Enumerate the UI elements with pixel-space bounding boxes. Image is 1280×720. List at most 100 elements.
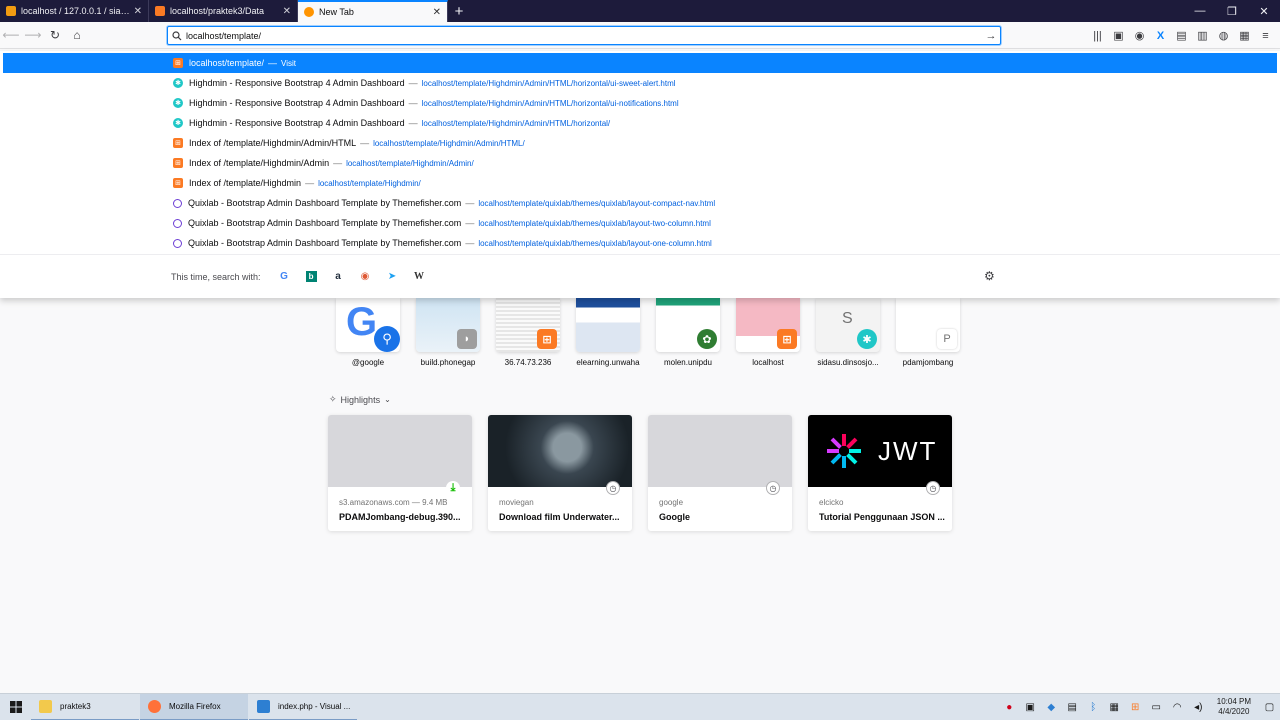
bing-icon[interactable]: b [298, 267, 325, 287]
suggestion-title: Index of /template/Highdmin [189, 178, 302, 188]
separator: — [268, 58, 278, 68]
extension-lock-icon[interactable]: ▤ [1171, 25, 1192, 46]
highlights-header[interactable]: ✧ Highlights ⌄ [329, 394, 391, 405]
window-controls: — ❐ ✕ [1184, 0, 1280, 22]
windows-taskbar: praktek3 Mozilla Firefox index.php - Vis… [0, 693, 1280, 720]
url-input[interactable] [186, 30, 982, 41]
device-icon[interactable]: ▦ [1104, 702, 1125, 713]
wifi-icon[interactable]: ◠ [1167, 702, 1188, 713]
top-site-tile[interactable]: G ⚲ @google [328, 298, 408, 370]
highlight-card[interactable]: ⤓ s3.amazonaws.com — 9.4 MB PDAMJombang-… [328, 415, 472, 531]
network-icon[interactable]: ▤ [1062, 702, 1083, 713]
tab-phpmyadmin[interactable]: localhost / 127.0.0.1 / siakad / ... ✕ [0, 0, 149, 22]
download-icon: ⤓ [446, 481, 460, 495]
minimize-icon[interactable]: — [1184, 0, 1216, 22]
close-icon[interactable]: ✕ [433, 7, 441, 18]
extension-x-icon[interactable]: X [1150, 25, 1171, 46]
suggestion-row[interactable]: ⊞ Index of /template/Highdmin/Admin/HTML… [3, 133, 1277, 153]
navigation-toolbar: ⟵ ⟶ ↻ ⌂ → ||| ▣ ◉ X ▤ ▥ ◍ ▦ ≡ [0, 22, 1280, 49]
tab-new-tab[interactable]: New Tab ✕ [298, 0, 448, 22]
extension-globe-icon[interactable]: ◍ [1213, 25, 1234, 46]
new-tab-button[interactable]: + [448, 0, 470, 22]
home-button[interactable]: ⌂ [66, 24, 88, 46]
back-button[interactable]: ⟵ [0, 24, 22, 46]
phpmyadmin-favicon-icon [6, 6, 16, 16]
twitter-icon[interactable]: ➤ [379, 267, 406, 287]
highlight-card[interactable]: ◷ moviegan Download film Underwater... [488, 415, 632, 531]
highlight-card[interactable]: ◷ google Google [648, 415, 792, 531]
wikipedia-icon[interactable]: W [406, 267, 433, 287]
record-icon[interactable]: ● [999, 702, 1020, 713]
library-icon[interactable]: ||| [1087, 25, 1108, 46]
toolbar-right: ||| ▣ ◉ X ▤ ▥ ◍ ▦ ≡ [1087, 25, 1276, 46]
top-site-tile[interactable]: ✿ molen.unipdu [648, 298, 728, 370]
volume-icon[interactable]: ◂) [1188, 702, 1209, 713]
bluetooth-icon[interactable]: ᛒ [1083, 702, 1104, 713]
top-site-tile[interactable]: P pdamjombang [888, 298, 968, 370]
suggestion-row[interactable]: ⊞ Index of /template/Highdmin — localhos… [3, 173, 1277, 193]
duckduckgo-icon[interactable]: ◉ [352, 267, 379, 287]
close-icon[interactable]: ✕ [134, 6, 142, 17]
taskbar-item-vscode[interactable]: index.php - Visual ... [249, 694, 357, 720]
tab-title: localhost/praktek3/Data [170, 6, 265, 16]
suggestion-title: Quixlab - Bootstrap Admin Dashboard Temp… [188, 238, 462, 248]
top-site-tile[interactable]: ⊞ 36.74.73.236 [488, 298, 568, 370]
vscode-tray-icon[interactable]: ◆ [1041, 702, 1062, 713]
suggestion-row[interactable]: Quixlab - Bootstrap Admin Dashboard Temp… [3, 233, 1277, 253]
highlights-cards: ⤓ s3.amazonaws.com — 9.4 MB PDAMJombang-… [328, 415, 952, 531]
suggestion-url: localhost/template/Highdmin/Admin/HTML/h… [421, 78, 676, 88]
gear-icon[interactable]: ⚙ [984, 269, 995, 283]
sidebar-icon[interactable]: ▣ [1108, 25, 1129, 46]
clock-time: 10:04 PM [1216, 697, 1251, 706]
suggestion-row[interactable]: ⊞ localhost/template/ — Visit [3, 53, 1277, 73]
close-window-icon[interactable]: ✕ [1248, 0, 1280, 22]
top-site-tile[interactable]: elearning.unwaha [568, 298, 648, 370]
google-icon[interactable]: G [271, 267, 298, 287]
forward-button[interactable]: ⟶ [22, 24, 44, 46]
tile-thumbnail: ◗ [416, 298, 480, 352]
address-bar[interactable]: → [167, 26, 1001, 45]
suggestion-row[interactable]: ⊞ Index of /template/Highdmin/Admin — lo… [3, 153, 1277, 173]
restore-icon[interactable]: ❐ [1216, 0, 1248, 22]
amazon-icon[interactable]: a [325, 267, 352, 287]
tray-app-icon[interactable]: ▣ [1020, 702, 1041, 713]
top-site-tile[interactable]: ⊞ localhost [728, 298, 808, 370]
extension-calculator-icon[interactable]: ▦ [1234, 25, 1255, 46]
taskbar-item-label: praktek3 [60, 701, 91, 711]
taskbar-item-explorer[interactable]: praktek3 [31, 694, 139, 720]
reload-button[interactable]: ↻ [44, 24, 66, 46]
tile-letter: S [842, 310, 853, 327]
top-site-tile[interactable]: ◗ build.phonegap [408, 298, 488, 370]
tab-title: localhost / 127.0.0.1 / siakad / ... [21, 6, 130, 16]
taskbar-item-firefox[interactable]: Mozilla Firefox [140, 693, 248, 720]
suggestion-row[interactable]: ✱ Highdmin - Responsive Bootstrap 4 Admi… [3, 73, 1277, 93]
go-arrow-icon[interactable]: → [982, 30, 1000, 42]
suggestion-url: localhost/template/Highdmin/ [318, 178, 421, 188]
suggestion-url: localhost/template/Highdmin/Admin/HTML/ [373, 138, 525, 148]
close-icon[interactable]: ✕ [283, 6, 291, 17]
suggestion-title: Index of /template/Highdmin/Admin/HTML [189, 138, 357, 148]
display-icon[interactable]: ▭ [1146, 702, 1167, 713]
suggestion-row[interactable]: Quixlab - Bootstrap Admin Dashboard Temp… [3, 193, 1277, 213]
search-icon [168, 30, 186, 41]
suggestion-row[interactable]: ✱ Highdmin - Responsive Bootstrap 4 Admi… [3, 93, 1277, 113]
account-icon[interactable]: ◉ [1129, 25, 1150, 46]
suggestion-row[interactable]: Quixlab - Bootstrap Admin Dashboard Temp… [3, 213, 1277, 233]
tab-praktek3[interactable]: localhost/praktek3/Data ✕ [149, 0, 298, 22]
extension-image-icon[interactable]: ▥ [1192, 25, 1213, 46]
clock[interactable]: 10:04 PM 4/4/2020 [1209, 697, 1259, 717]
phonegap-icon: ◗ [457, 329, 477, 349]
top-sites: G ⚲ @google ◗ build.phonegap ⊞ 36.74.73.… [328, 298, 968, 370]
tile-thumbnail: G ⚲ [336, 298, 400, 352]
firefox-favicon-icon [304, 7, 314, 17]
highdmin-icon: ✱ [173, 78, 183, 88]
xampp-tray-icon[interactable]: ⊞ [1125, 702, 1146, 713]
suggestion-row[interactable]: ✱ Highdmin - Responsive Bootstrap 4 Admi… [3, 113, 1277, 133]
quixlab-icon [173, 218, 182, 228]
notifications-icon[interactable]: ▢ [1259, 702, 1280, 713]
top-site-tile[interactable]: S ✱ sidasu.dinsosjo... [808, 298, 888, 370]
xampp-icon: ⊞ [173, 58, 183, 68]
highlight-card[interactable]: JWT ◷ elcicko Tutorial Penggunaan JSON .… [808, 415, 952, 531]
start-button[interactable] [0, 694, 31, 720]
menu-icon[interactable]: ≡ [1255, 25, 1276, 46]
